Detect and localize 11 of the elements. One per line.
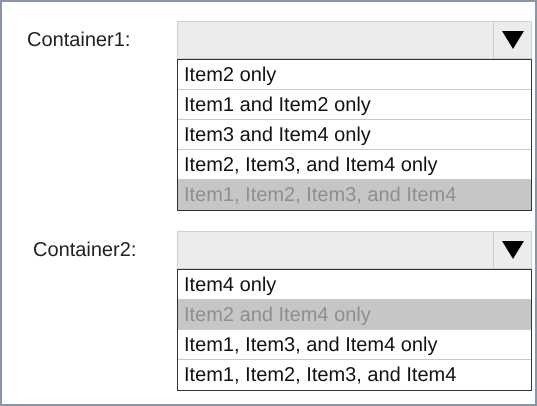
- container-label: Container2:: [32, 238, 138, 262]
- dropdown-field[interactable]: [177, 21, 532, 59]
- dropdown-option[interactable]: Item2 only: [178, 60, 531, 90]
- dropdown-option[interactable]: Item1, Item2, Item3, and Item4: [178, 360, 531, 390]
- dropdown-option[interactable]: Item3 and Item4 only: [178, 120, 531, 150]
- dropdown-option[interactable]: Item1, Item3, and Item4 only: [178, 330, 531, 360]
- caret-icon: [502, 241, 524, 259]
- dropdown-option[interactable]: Item1 and Item2 only: [178, 90, 531, 120]
- dropdown-field[interactable]: [177, 231, 532, 269]
- container-label: Container1:: [26, 28, 132, 52]
- caret-icon: [502, 31, 524, 49]
